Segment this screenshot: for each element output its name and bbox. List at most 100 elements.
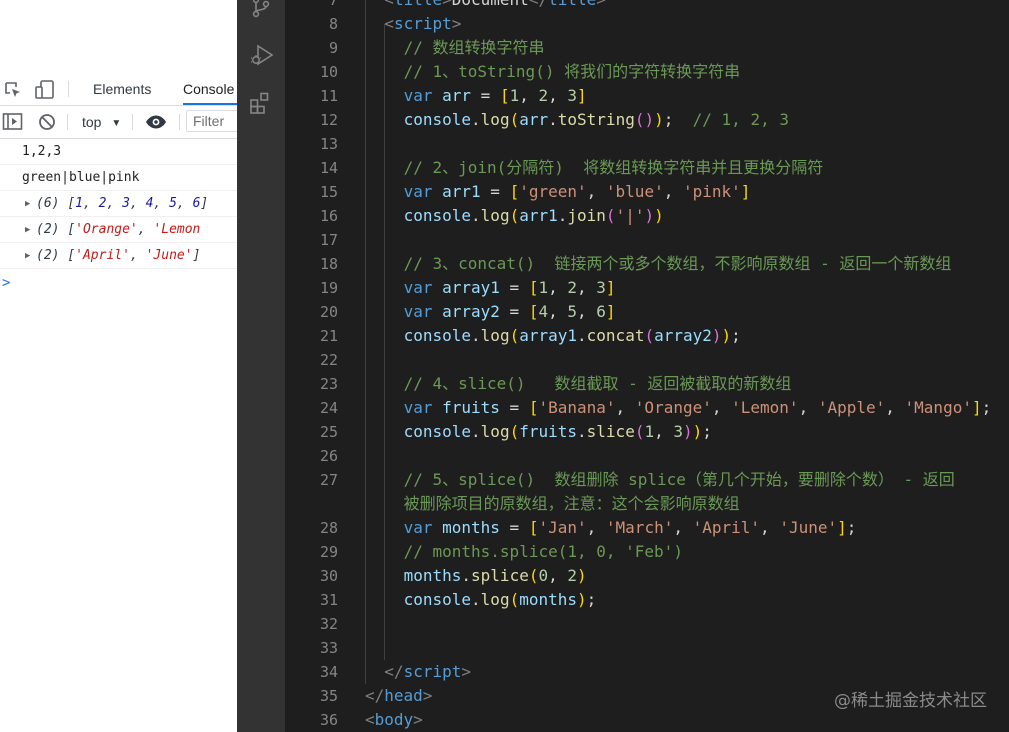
- code-area[interactable]: <title>Document</title><script>// 数组转换字符…: [365, 0, 1009, 732]
- code-token: ): [683, 422, 693, 441]
- clear-console-icon[interactable]: [38, 113, 56, 131]
- code-token: ,: [586, 182, 606, 201]
- console-prompt[interactable]: >: [2, 275, 10, 291]
- code-line[interactable]: console.log(months);: [404, 588, 597, 612]
- context-selector[interactable]: top ▼: [82, 106, 121, 138]
- run-debug-icon[interactable]: [249, 42, 274, 66]
- console-toolbar: top ▼: [0, 106, 237, 139]
- code-line[interactable]: var fruits = ['Banana', 'Orange', 'Lemon…: [404, 396, 992, 420]
- code-token: ,: [548, 86, 568, 105]
- code-token: =: [499, 518, 529, 537]
- code-line[interactable]: var arr = [1, 2, 3]: [404, 84, 587, 108]
- live-expression-eye-icon[interactable]: [144, 114, 168, 130]
- devtools-tab-bar: Elements Console: [0, 73, 237, 106]
- line-number: 19: [319, 279, 338, 297]
- code-token: var: [403, 86, 443, 105]
- code-token: array2: [654, 326, 712, 345]
- indent-guide: [365, 0, 366, 684]
- source-control-icon[interactable]: [249, 0, 273, 20]
- code-token: (: [509, 326, 520, 345]
- code-token: 0: [538, 566, 549, 585]
- watermark: @稀土掘金技术社区: [834, 691, 987, 711]
- log-array-row[interactable]: ▶ (2) ['Orange', 'Lemon: [0, 217, 237, 243]
- code-token: ): [577, 590, 587, 609]
- code-token: log: [480, 590, 510, 609]
- code-line[interactable]: <body>: [365, 708, 423, 732]
- code-token: ,: [615, 398, 635, 417]
- code-line[interactable]: // 4、slice() 数组截取 - 返回被截取的新数组: [404, 372, 792, 396]
- log-array-row[interactable]: ▶ (2) ['April', 'June']: [0, 243, 237, 269]
- code-token: 'Banana': [538, 398, 616, 417]
- code-line[interactable]: 被删除项目的原数组，注意：这个会影响原数组: [404, 492, 740, 516]
- line-number: 32: [319, 615, 338, 633]
- code-line[interactable]: var array1 = [1, 2, 3]: [404, 276, 616, 300]
- device-toolbar-icon[interactable]: [34, 79, 56, 101]
- tab-console[interactable]: Console: [183, 73, 237, 105]
- line-number: 14: [319, 159, 338, 177]
- code-line[interactable]: console.log(arr1.join('|')): [404, 204, 664, 228]
- code-line[interactable]: <script>: [384, 12, 461, 36]
- code-token: toString: [557, 110, 635, 129]
- line-number: 28: [319, 519, 338, 537]
- code-line[interactable]: // 2、join(分隔符) 将数组转换字符串并且更换分隔符: [404, 156, 824, 180]
- code-token: script: [403, 662, 462, 681]
- code-token: .: [471, 206, 481, 225]
- code-token: (: [605, 206, 616, 225]
- code-line[interactable]: </head>: [365, 684, 432, 708]
- code-token: array1: [442, 278, 500, 297]
- code-token: 'Orange': [634, 398, 712, 417]
- line-number: 24: [319, 399, 338, 417]
- devtools-panel: Elements Console top ▼ 1,2,3 green|blue|…: [0, 0, 237, 732]
- code-token: .: [557, 206, 568, 225]
- code-editor[interactable]: 7 8 9 10 11 12 13 14 15 16 17 18 19 20 21 22 23 24 25 26 27 2…: [285, 0, 1009, 732]
- line-number: 26: [319, 447, 338, 465]
- code-line[interactable]: console.log(fruits.slice(1, 3));: [404, 420, 712, 444]
- code-line[interactable]: // 1、toString() 将我们的字符转换字符串: [404, 60, 741, 84]
- code-token: log: [480, 206, 510, 225]
- inspect-element-icon[interactable]: [3, 80, 23, 100]
- expand-triangle-icon[interactable]: ▶: [25, 243, 30, 269]
- code-token: concat: [586, 326, 645, 345]
- code-line[interactable]: // months.splice(1, 0, 'Feb'): [404, 540, 683, 564]
- code-token: 1: [509, 86, 520, 105]
- code-line[interactable]: <title>Document</title>: [384, 0, 606, 12]
- code-token: // 5、splice() 数组删除 splice（第几个开始，要删除个数） -…: [403, 470, 955, 489]
- tab-elements[interactable]: Elements: [93, 73, 151, 105]
- code-token: 'Apple': [817, 398, 886, 417]
- code-token: array1: [519, 326, 578, 345]
- code-token: [: [499, 86, 510, 105]
- code-token: <: [384, 14, 394, 33]
- console-filter-input[interactable]: [186, 110, 237, 132]
- line-number: 23: [319, 375, 338, 393]
- toggle-sidebar-icon[interactable]: [2, 112, 24, 132]
- code-token: months: [403, 566, 462, 585]
- code-token: ): [721, 326, 732, 345]
- code-line[interactable]: console.log(arr.toString()); // 1, 2, 3: [404, 108, 789, 132]
- code-token: =: [499, 278, 529, 297]
- code-token: ,: [548, 566, 568, 585]
- line-number: 31: [319, 591, 338, 609]
- line-number: 33: [319, 639, 338, 657]
- code-line[interactable]: var array2 = [4, 5, 6]: [404, 300, 616, 324]
- code-line[interactable]: // 5、splice() 数组删除 splice（第几个开始，要删除个数） -…: [404, 468, 955, 492]
- code-line[interactable]: var arr1 = ['green', 'blue', 'pink']: [404, 180, 751, 204]
- code-line[interactable]: months.splice(0, 2): [404, 564, 587, 588]
- code-token: // 2、join(分隔符) 将数组转换字符串并且更换分隔符: [403, 158, 824, 177]
- code-token: ,: [760, 518, 780, 537]
- code-token: arr1: [519, 206, 558, 225]
- code-line[interactable]: </script>: [384, 660, 471, 684]
- code-token: (: [644, 326, 655, 345]
- code-token: fruits: [442, 398, 500, 417]
- expand-triangle-icon[interactable]: ▶: [25, 191, 30, 217]
- code-line[interactable]: // 数组转换字符串: [404, 36, 545, 60]
- expand-triangle-icon[interactable]: ▶: [25, 217, 30, 243]
- code-line[interactable]: // 3、concat() 链接两个或多个数组，不影响原数组 - 返回一个新数组: [404, 252, 952, 276]
- code-token: ,: [798, 398, 818, 417]
- log-array-row[interactable]: ▶ (6) [1, 2, 3, 4, 5, 6]: [0, 191, 237, 217]
- log-line: 1,2,3: [0, 139, 237, 165]
- extensions-icon[interactable]: [249, 91, 273, 115]
- code-token: >: [451, 14, 462, 33]
- code-token: (): [634, 110, 655, 129]
- code-line[interactable]: var months = ['Jan', 'March', 'April', '…: [404, 516, 857, 540]
- code-line[interactable]: console.log(array1.concat(array2));: [404, 324, 741, 348]
